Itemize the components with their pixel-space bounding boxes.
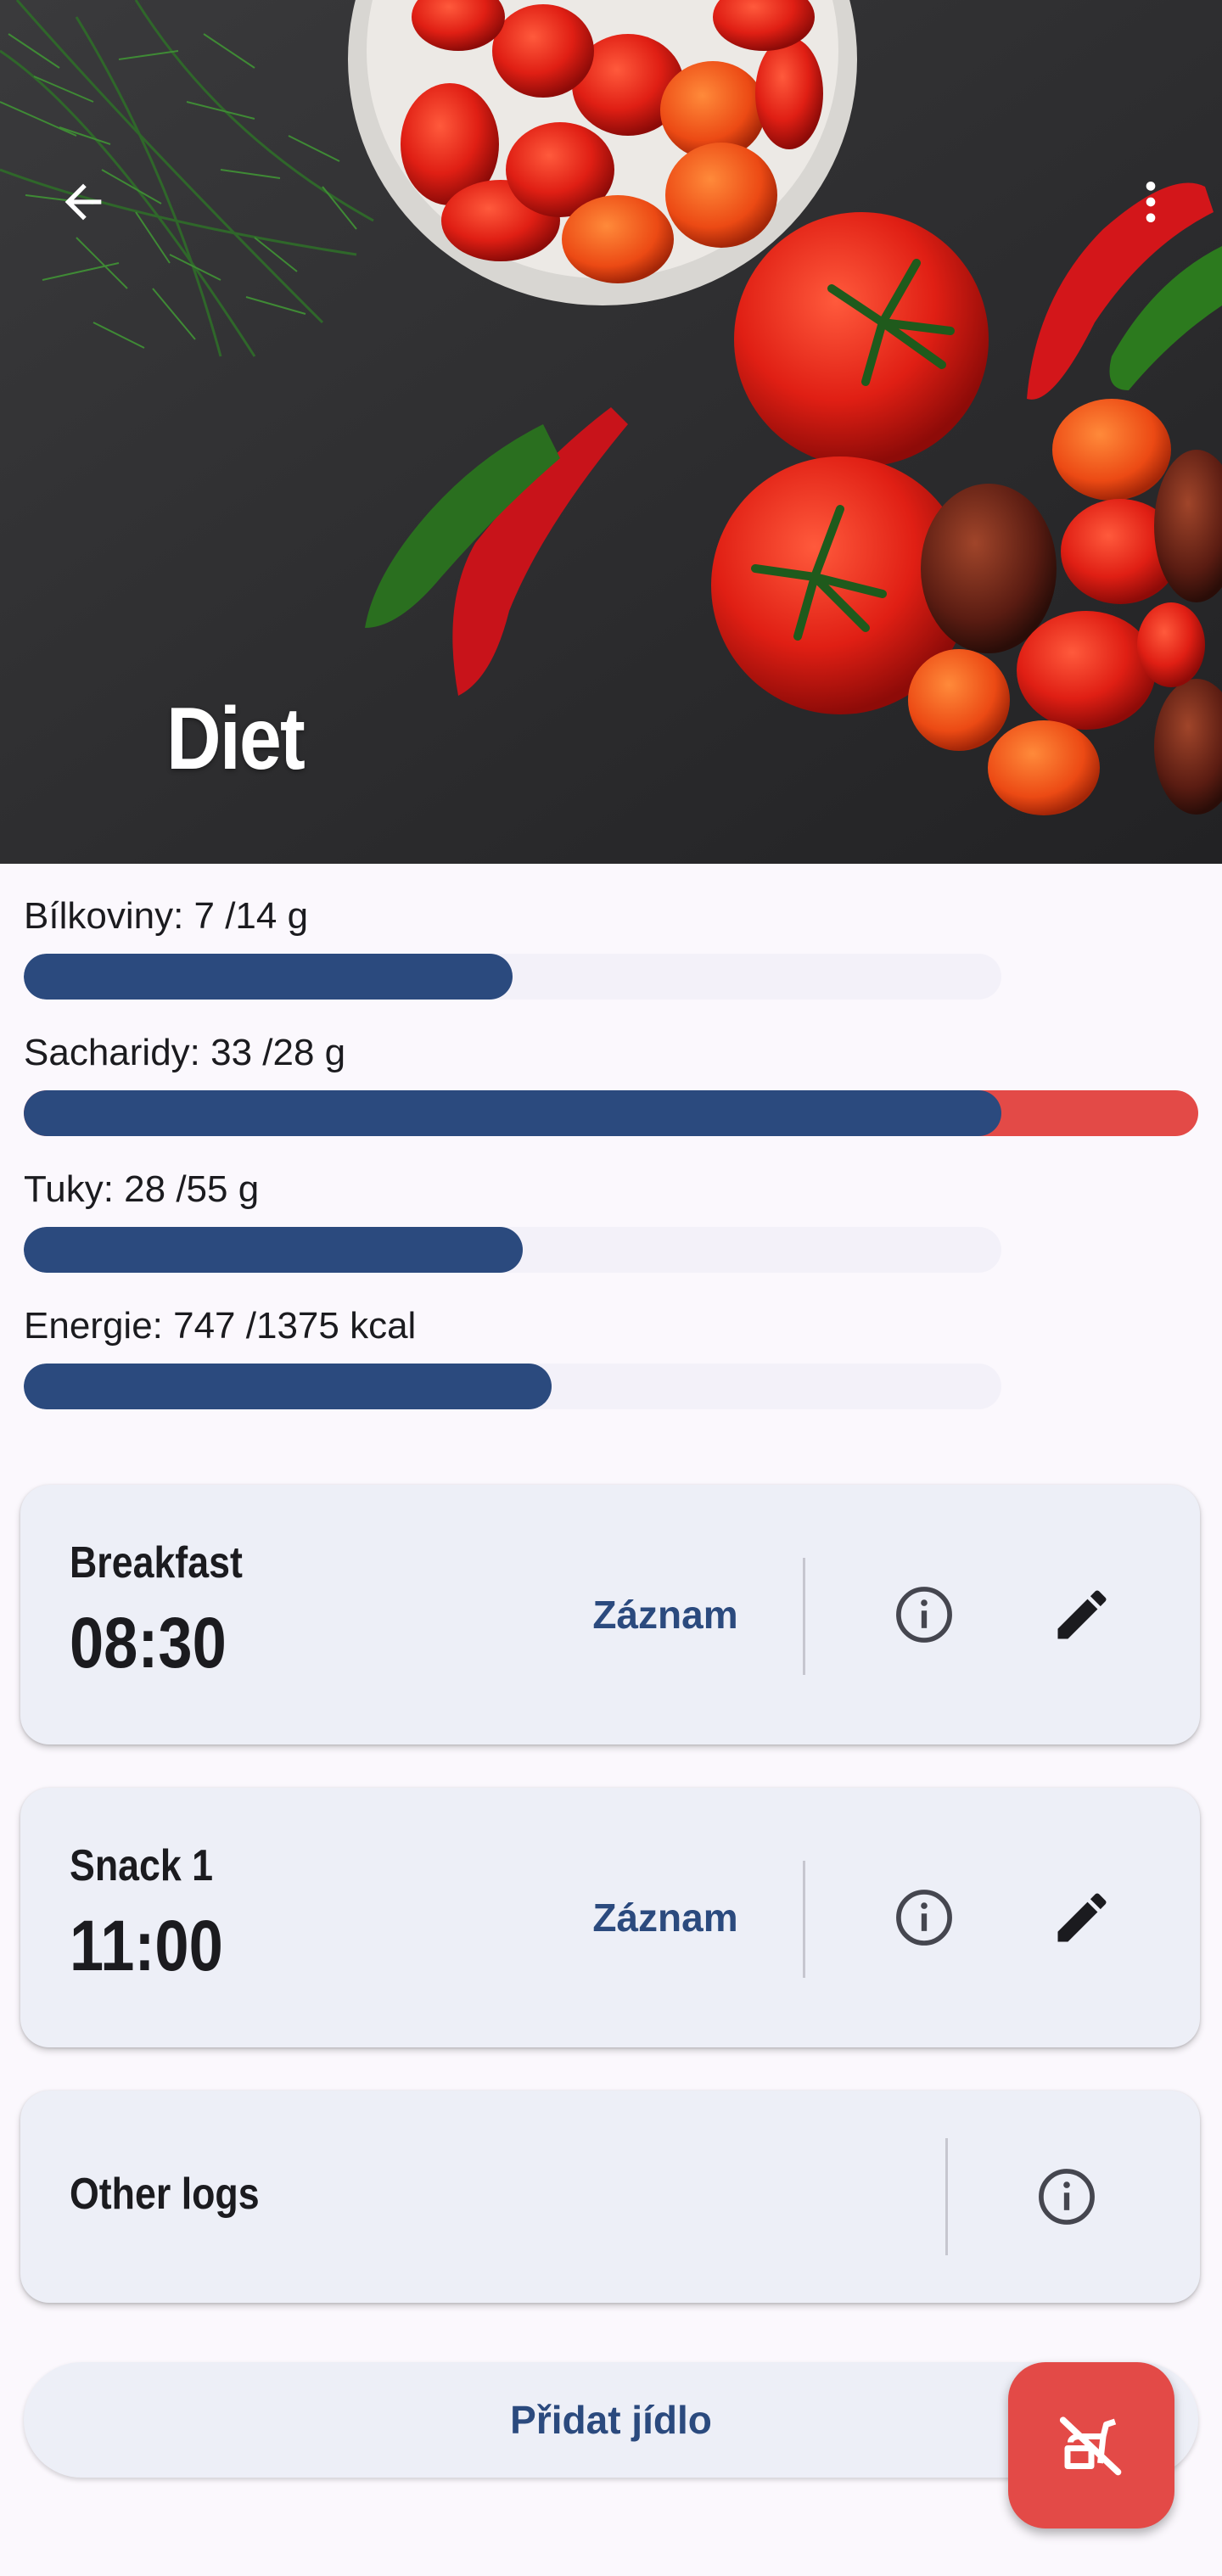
page-title: Diet	[166, 690, 306, 788]
nutrient-label: Bílkoviny: 7 /14 g	[24, 895, 309, 937]
meal-edit-button[interactable]	[1041, 1574, 1123, 1655]
log-button[interactable]: Záznam	[538, 1576, 793, 1653]
progress-fill	[24, 1227, 523, 1273]
divider	[803, 1558, 805, 1675]
nutrient-label: Energie: 747 /1375 kcal	[24, 1305, 417, 1347]
no-food-icon	[1059, 2416, 1122, 2476]
nutrient-label: Tuky: 28 /55 g	[24, 1168, 260, 1210]
meal-info-button[interactable]	[883, 1574, 965, 1655]
header-image: Diet	[0, 0, 1222, 864]
progress-track	[24, 1227, 1001, 1273]
nutrient-fat: Tuky: 28 /55 g	[24, 1164, 1198, 1301]
divider	[803, 1861, 805, 1978]
meal-time: 08:30	[70, 1603, 227, 1683]
other-logs-label: Other logs	[70, 2170, 260, 2219]
other-logs-info-button[interactable]	[1026, 2156, 1107, 2237]
meal-name: Snack 1	[70, 1841, 214, 1890]
info-icon	[1039, 2169, 1095, 2225]
nutrient-protein: Bílkoviny: 7 /14 g	[24, 891, 1198, 1028]
progress-track	[24, 1090, 1198, 1136]
meal-info-button[interactable]	[883, 1877, 965, 1958]
progress-fill	[24, 1090, 1001, 1136]
nutrient-carbs: Sacharidy: 33 /28 g	[24, 1028, 1198, 1164]
info-icon	[896, 1587, 952, 1643]
more-options-button[interactable]	[1117, 166, 1185, 238]
meal-card-breakfast[interactable]: Breakfast 08:30 Záznam	[20, 1485, 1200, 1744]
nutrient-label: Sacharidy: 33 /28 g	[24, 1032, 346, 1073]
meal-name: Breakfast	[70, 1538, 243, 1588]
edit-pencil-icon	[1057, 1893, 1107, 1942]
more-vertical-icon	[1146, 182, 1156, 222]
progress-fill	[24, 954, 513, 1000]
log-button[interactable]: Záznam	[538, 1879, 793, 1956]
meal-time: 11:00	[70, 1906, 223, 1985]
meal-card-snack[interactable]: Snack 1 11:00 Záznam	[20, 1788, 1200, 2047]
no-food-fab[interactable]	[1008, 2362, 1174, 2528]
back-button[interactable]	[48, 166, 119, 238]
progress-fill	[24, 1364, 552, 1409]
edit-pencil-icon	[1057, 1590, 1107, 1639]
arrow-back-icon	[64, 183, 102, 221]
divider	[945, 2138, 948, 2255]
nutrient-energy: Energie: 747 /1375 kcal	[24, 1301, 1198, 1437]
meal-edit-button[interactable]	[1041, 1877, 1123, 1958]
nutrient-summary: Bílkoviny: 7 /14 g Sacharidy: 33 /28 g T…	[24, 891, 1198, 1437]
other-logs-card[interactable]: Other logs	[20, 2091, 1200, 2303]
progress-track	[24, 1364, 1001, 1409]
info-icon	[896, 1890, 952, 1946]
progress-track	[24, 954, 1001, 1000]
